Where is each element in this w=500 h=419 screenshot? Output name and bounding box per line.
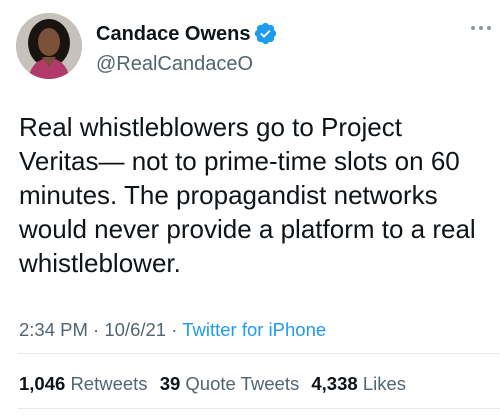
divider — [18, 353, 500, 354]
quote-tweets-label: Quote Tweets — [185, 373, 300, 394]
avatar-image — [16, 13, 82, 79]
tweet-time[interactable]: 2:34 PM — [19, 319, 88, 340]
retweets-stat[interactable]: 1,046 Retweets — [19, 373, 148, 394]
tweet-text-line: Real whistleblowers go to Project — [19, 112, 402, 142]
divider — [18, 408, 500, 409]
meta-separator: · — [87, 319, 105, 340]
more-options-icon[interactable] — [470, 24, 492, 32]
retweets-label: Retweets — [70, 373, 148, 394]
retweets-count: 1,046 — [19, 373, 66, 394]
tweet-text-line: would never provide a platform to a real — [19, 214, 476, 244]
quote-tweets-count: 39 — [159, 373, 181, 394]
tweet-text: Real whistleblowers go to Project Verita… — [19, 110, 489, 280]
tweet-card: Candace Owens @RealCandaceO Real whistle… — [0, 0, 500, 419]
avatar[interactable] — [16, 13, 82, 79]
likes-stat[interactable]: 4,338 Likes — [311, 373, 406, 394]
author-handle[interactable]: @RealCandaceO — [96, 52, 253, 76]
tweet-text-line: whistleblower. — [19, 248, 181, 278]
tweet-text-line: minutes. The propagandist networks — [19, 180, 438, 210]
likes-label: Likes — [362, 373, 407, 394]
tweet-source-link[interactable]: Twitter for iPhone — [182, 319, 326, 340]
likes-count: 4,338 — [311, 373, 358, 394]
tweet-meta: 2:34 PM · 10/6/21 · Twitter for iPhone — [19, 318, 326, 342]
verified-badge-icon — [254, 22, 277, 45]
tweet-stats: 1,046 Retweets 39 Quote Tweets 4,338 Lik… — [19, 372, 406, 396]
quote-tweets-stat[interactable]: 39 Quote Tweets — [160, 373, 300, 394]
tweet-text-line: Veritas— not to prime-time slots on 60 — [19, 146, 460, 176]
tweet-date[interactable]: 10/6/21 — [104, 319, 166, 340]
meta-separator: · — [166, 319, 183, 340]
author-name[interactable]: Candace Owens — [96, 22, 251, 46]
